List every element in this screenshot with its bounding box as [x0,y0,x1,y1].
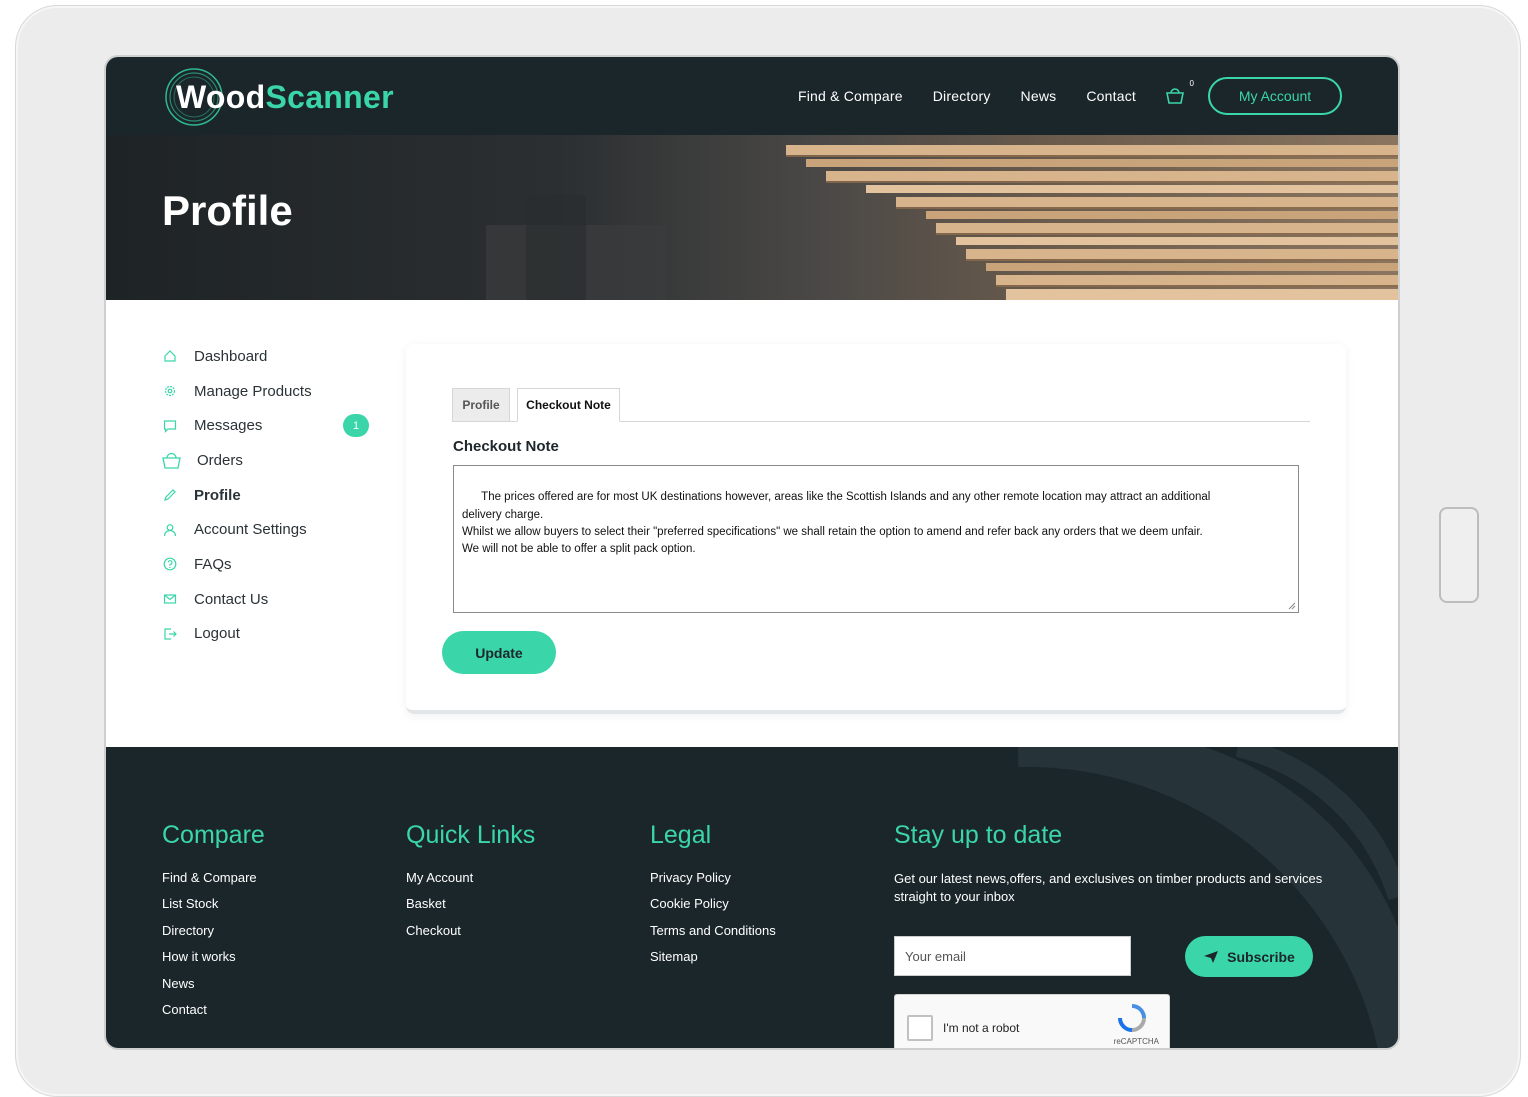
sidebar-item-contact-us[interactable]: Contact Us [162,582,382,617]
recaptcha-checkbox[interactable] [907,1015,933,1041]
cart-count: 0 [1189,79,1194,88]
basket-icon [162,452,181,469]
pencil-icon [162,487,178,503]
sidebar-item-dashboard[interactable]: Dashboard [162,339,382,374]
nav-find-compare[interactable]: Find & Compare [798,88,903,104]
sidebar-item-label: Account Settings [194,521,307,539]
recaptcha-label: I'm not a robot [943,1021,1020,1035]
mail-icon [162,591,178,607]
logo-text: WoodScanner [176,78,394,115]
profile-card: Profile Checkout Note Checkout Note The … [406,344,1346,714]
logout-icon [162,626,178,642]
update-button[interactable]: Update [442,631,556,674]
footer-link[interactable]: Find & Compare [162,870,265,896]
footer-compare: Compare Find & Compare List Stock Direct… [162,821,265,1028]
footer-link[interactable]: Terms and Conditions [650,923,776,949]
home-icon [162,348,178,364]
cart-button[interactable]: 0 [1164,79,1194,107]
footer-subscribe: Stay up to date Get our latest news,offe… [894,821,1354,1048]
chat-icon [162,418,178,434]
footer-quick-links-title: Quick Links [406,821,536,849]
browser-screen: WoodScanner Find & Compare Directory New… [104,55,1400,1050]
subscribe-button[interactable]: Subscribe [1185,936,1313,977]
footer-link[interactable]: Checkout [406,923,535,949]
footer-link[interactable]: List Stock [162,896,265,922]
sidebar-item-label: Logout [194,625,240,643]
account-sidebar: Dashboard Manage Products Messages 1 Ord… [162,339,382,651]
footer-quick-links: Quick Links My Account Basket Checkout [406,821,535,949]
recaptcha-brand: reCAPTCHA [1113,1037,1159,1046]
lumber-image [486,145,1398,300]
footer-link[interactable]: Sitemap [650,949,776,975]
sidebar-item-orders[interactable]: Orders [162,443,382,478]
sidebar-item-label: Dashboard [194,347,268,365]
nav-news[interactable]: News [1021,88,1057,104]
nav-directory[interactable]: Directory [933,88,991,104]
tab-checkout-note[interactable]: Checkout Note [517,388,620,422]
recaptcha-logo-icon [1118,1004,1146,1032]
footer-subscribe-title: Stay up to date [894,821,1063,849]
footer-link[interactable]: Contact [162,1002,265,1028]
user-icon [162,522,178,538]
sidebar-item-logout[interactable]: Logout [162,617,382,652]
sidebar-item-label: FAQs [194,555,232,573]
messages-count-badge: 1 [343,414,369,438]
gear-icon [162,383,178,399]
footer-link[interactable]: Privacy Policy [650,870,776,896]
sidebar-item-label: Manage Products [194,382,312,400]
page-title: Profile [162,187,293,234]
sidebar-item-faqs[interactable]: FAQs [162,547,382,582]
footer-link[interactable]: How it works [162,949,265,975]
site-footer: Compare Find & Compare List Stock Direct… [106,747,1398,1048]
sidebar-item-label: Profile [194,486,241,504]
send-icon [1204,950,1219,963]
footer-link[interactable]: Directory [162,923,265,949]
checkout-note-heading: Checkout Note [453,438,559,455]
resize-handle-icon[interactable] [1288,602,1296,610]
email-input[interactable]: Your email [894,936,1131,976]
checkout-note-text: The prices offered are for most UK desti… [462,491,1211,556]
sidebar-item-messages[interactable]: Messages 1 [162,408,382,443]
sidebar-item-label: Contact Us [194,590,269,608]
sidebar-item-label: Messages [194,417,263,435]
checkout-note-textarea[interactable]: The prices offered are for most UK desti… [453,465,1299,613]
tab-profile[interactable]: Profile [452,388,510,422]
footer-compare-title: Compare [162,821,265,849]
footer-legal-title: Legal [650,821,712,849]
sidebar-item-manage-products[interactable]: Manage Products [162,374,382,409]
recaptcha-widget: I'm not a robot reCAPTCHA [894,994,1170,1048]
site-header: WoodScanner Find & Compare Directory New… [106,57,1398,135]
basket-icon [1166,88,1184,104]
sidebar-item-profile[interactable]: Profile [162,478,382,513]
subscribe-description: Get our latest news,offers, and exclusiv… [894,871,1323,904]
footer-link[interactable]: My Account [406,870,535,896]
my-account-button[interactable]: My Account [1208,77,1342,115]
footer-link[interactable]: Basket [406,896,535,922]
main-nav: Find & Compare Directory News Contact 0 … [768,77,1342,115]
question-icon [162,556,178,572]
footer-link[interactable]: News [162,976,265,1002]
hero-banner: Profile [106,135,1398,300]
email-placeholder: Your email [905,948,966,964]
sidebar-item-account-settings[interactable]: Account Settings [162,512,382,547]
logo[interactable]: WoodScanner [162,67,394,127]
footer-legal: Legal Privacy Policy Cookie Policy Terms… [650,821,776,976]
tablet-home-button[interactable] [1439,507,1479,603]
footer-link[interactable]: Cookie Policy [650,896,776,922]
sidebar-item-label: Orders [197,451,243,469]
profile-tabs: Profile Checkout Note [452,388,1310,422]
nav-contact[interactable]: Contact [1086,88,1136,104]
subscribe-label: Subscribe [1227,948,1295,965]
